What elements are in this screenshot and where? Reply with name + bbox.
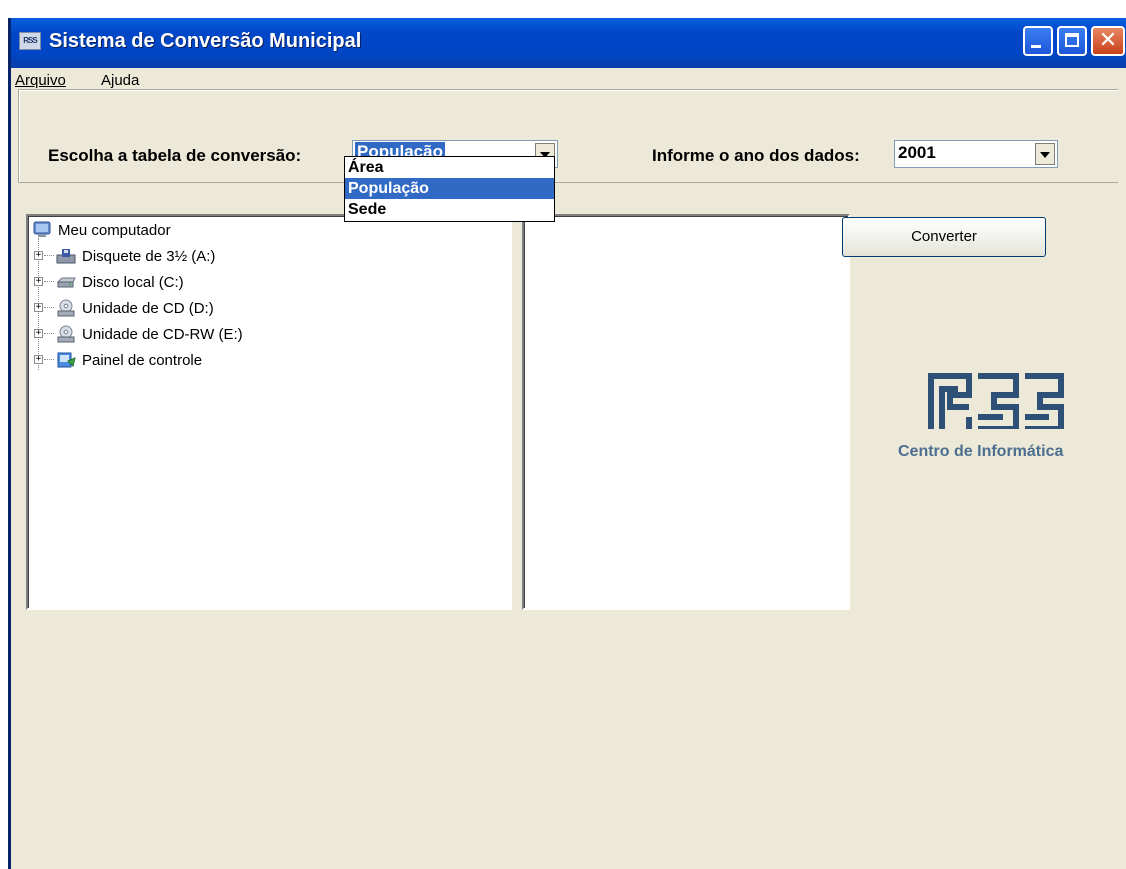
tree-item-label: Disco local (C:) <box>82 274 184 291</box>
maximize-icon <box>1065 33 1079 47</box>
tree-connector <box>44 359 54 360</box>
expand-icon[interactable]: + <box>34 303 43 312</box>
cei-logo-icon <box>928 373 1064 429</box>
tree-item-label: Unidade de CD (D:) <box>82 300 214 317</box>
dropdown-option-sede[interactable]: Sede <box>345 199 554 220</box>
floppy-drive-icon <box>56 249 76 264</box>
dropdown-option-populacao[interactable]: População <box>345 178 554 199</box>
chevron-down-icon <box>1040 152 1050 158</box>
expand-icon[interactable]: + <box>34 251 43 260</box>
expand-icon[interactable]: + <box>34 329 43 338</box>
year-dropdown-button[interactable] <box>1035 143 1055 165</box>
tree-item-label: Meu computador <box>58 222 171 239</box>
menu-arquivo-label: Arquivo <box>15 72 66 89</box>
year-select-label: Informe o ano dos dados: <box>652 146 860 165</box>
hard-disk-icon <box>56 277 76 288</box>
year-select[interactable]: 2001 <box>894 140 1058 168</box>
tree-connector <box>44 255 54 256</box>
minimize-icon <box>1031 45 1041 48</box>
control-panel-icon <box>57 352 76 368</box>
file-list-pane[interactable] <box>522 214 850 610</box>
window-title: Sistema de Conversão Municipal <box>49 30 362 52</box>
maximize-button[interactable] <box>1057 26 1087 56</box>
title-bar[interactable]: RSS Sistema de Conversão Municipal ✕ <box>11 18 1126 68</box>
convert-button[interactable]: Converter <box>842 217 1046 257</box>
cd-drive-icon <box>57 299 75 317</box>
cd-rw-drive-icon <box>57 325 75 343</box>
tree-item-label: Disquete de 3½ (A:) <box>82 248 216 265</box>
my-computer-icon <box>33 221 51 237</box>
logo-caption: Centro de Informática <box>898 443 1064 460</box>
tree-connector <box>44 307 54 308</box>
tree-item-label: Painel de controle <box>82 352 203 369</box>
menu-ajuda[interactable]: Ajuda <box>101 72 139 89</box>
dropdown-option-area[interactable]: Área <box>345 157 554 178</box>
tree-connector <box>44 281 54 282</box>
table-select-label: Escolha a tabela de conversão: <box>48 146 302 165</box>
tree-connector <box>44 333 54 334</box>
table-dropdown-list: Área População Sede <box>344 156 555 222</box>
folder-tree-pane[interactable]: Meu computador + Disquete de 3½ (A:) + D… <box>26 214 512 610</box>
tree-item-label: Unidade de CD-RW (E:) <box>82 326 243 343</box>
minimize-button[interactable] <box>1023 26 1053 56</box>
menu-arquivo[interactable]: Arquivo <box>15 72 66 89</box>
expand-icon[interactable]: + <box>34 277 43 286</box>
close-icon: ✕ <box>1098 28 1118 53</box>
app-icon: RSS <box>19 32 41 50</box>
menu-ajuda-label: Ajuda <box>101 72 140 89</box>
close-button[interactable]: ✕ <box>1091 26 1125 56</box>
options-group <box>18 89 1118 183</box>
expand-icon[interactable]: + <box>34 355 43 364</box>
year-select-value: 2001 <box>898 143 936 162</box>
